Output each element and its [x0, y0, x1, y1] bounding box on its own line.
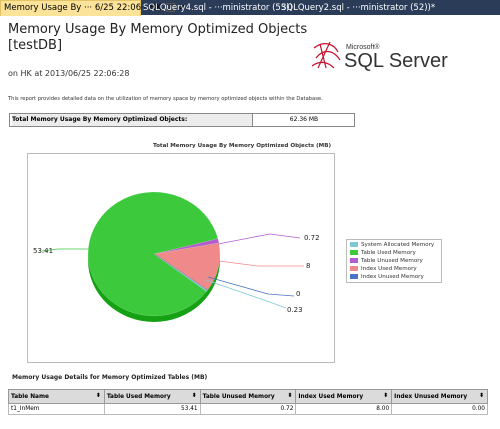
column-header-table-unused[interactable]: Table Unused Memory ⬍ — [199, 389, 297, 404]
column-header-label: Table Used Memory — [106, 393, 171, 400]
memory-details-table: Table Name ⬍ Table Used Memory ⬍ Table Unu… — [8, 389, 488, 415]
sort-icon[interactable]: ⬍ — [287, 392, 292, 399]
total-memory-label: Total Memory Usage By Memory Optimized O… — [12, 114, 252, 126]
tab-label: SQLQuery4.sql - ···ministrator (53)) — [143, 3, 293, 13]
tab-label: Memory Usage By ··· 6/25 22:06 - HK — [4, 3, 162, 13]
legend-label: Index Unused Memory — [361, 274, 424, 280]
tab-memory-usage-report[interactable]: Memory Usage By ··· 6/25 22:06 - HK ⊥ ✕ — [0, 0, 185, 16]
sql-server-logo: Microsoft® SQL Server — [310, 38, 460, 74]
column-header-table-used[interactable]: Table Used Memory ⬍ — [103, 389, 201, 404]
column-header-label: Table Name — [11, 393, 49, 400]
logo-sqlserver-text: SQL Server — [344, 50, 448, 72]
total-memory-value: 62.36 MB — [252, 114, 355, 126]
tab-sqlquery4[interactable]: SQLQuery4.sql - ···ministrator (53)) — [140, 1, 293, 15]
table-section-label: Memory Usage Details for Memory Optimize… — [12, 374, 208, 381]
sort-icon[interactable]: ⬍ — [192, 392, 197, 399]
data-label-index-used: 8 — [306, 262, 311, 270]
legend-label: Table Unused Memory — [361, 258, 423, 264]
table-cell: t1_InMem — [8, 403, 105, 415]
sort-icon[interactable]: ⬍ — [479, 392, 484, 399]
data-label-table-unused: 0.72 — [304, 234, 320, 242]
leader-line — [205, 279, 287, 309]
report-title-line1: Memory Usage By Memory Optimized Objects — [8, 22, 308, 37]
chart-legend: System Allocated Memory Table Used Memor… — [346, 239, 442, 283]
sort-icon[interactable]: ⬍ — [96, 392, 101, 399]
column-header-table-name[interactable]: Table Name ⬍ — [8, 389, 105, 404]
legend-swatch — [350, 266, 358, 271]
tab-label: SQLQuery2.sql - ···ministrator (52))* — [281, 3, 436, 13]
leader-line — [207, 276, 295, 297]
data-label-system-allocated: 0.23 — [287, 306, 303, 314]
table-cell: 53.41 — [103, 403, 201, 415]
report-title: Memory Usage By Memory Optimized Objects… — [8, 22, 307, 54]
legend-label: Index Used Memory — [361, 266, 417, 272]
legend-item: Table Unused Memory — [350, 257, 423, 265]
column-header-label: Index Unused Memory — [394, 393, 468, 400]
legend-swatch — [350, 258, 358, 263]
table-row: t1_InMem 53.41 0.72 8.00 0.00 — [8, 403, 488, 415]
table-header-row: Table Name ⬍ Table Used Memory ⬍ Table Unu… — [8, 389, 488, 404]
legend-item: Index Unused Memory — [350, 273, 424, 281]
total-memory-box: Total Memory Usage By Memory Optimized O… — [9, 113, 355, 127]
report-description: This report provides detailed data on th… — [8, 96, 323, 102]
legend-item: System Allocated Memory — [350, 241, 434, 249]
legend-swatch — [350, 274, 358, 279]
report-subtitle: on HK at 2013/06/25 22:06:28 — [8, 69, 130, 78]
report-title-line2: [testDB] — [8, 38, 63, 53]
tab-sqlquery2[interactable]: SQLQuery2.sql - ···ministrator (52))* — [278, 1, 435, 15]
pie-chart — [41, 191, 304, 322]
document-tab-bar: Memory Usage By ··· 6/25 22:06 - HK ⊥ ✕ SQ… — [0, 0, 500, 16]
sort-icon[interactable]: ⬍ — [383, 392, 388, 399]
leader-line — [217, 233, 301, 245]
chart-title: Total Memory Usage By Memory Optimized O… — [153, 143, 332, 149]
column-header-label: Index Used Memory — [298, 393, 364, 400]
legend-swatch — [350, 250, 358, 255]
legend-item: Index Used Memory — [350, 265, 417, 273]
table-cell: 0.00 — [391, 403, 488, 415]
legend-label: System Allocated Memory — [361, 242, 435, 248]
column-header-label: Table Unused Memory — [202, 393, 275, 400]
column-header-index-unused[interactable]: Index Unused Memory ⬍ — [391, 389, 488, 404]
legend-label: Table Used Memory — [361, 250, 416, 256]
table-cell: 8.00 — [295, 403, 393, 415]
legend-swatch — [350, 242, 358, 247]
data-label-table-used: 53.41 — [33, 247, 54, 255]
legend-item: Table Used Memory — [350, 249, 416, 257]
table-cell: 0.72 — [199, 403, 297, 415]
column-header-index-used[interactable]: Index Used Memory ⬍ — [295, 389, 393, 404]
pie-chart-area — [27, 153, 335, 363]
sql-server-logo-graphic: Microsoft® SQL Server — [311, 41, 448, 72]
data-label-index-unused: 0 — [296, 290, 301, 298]
